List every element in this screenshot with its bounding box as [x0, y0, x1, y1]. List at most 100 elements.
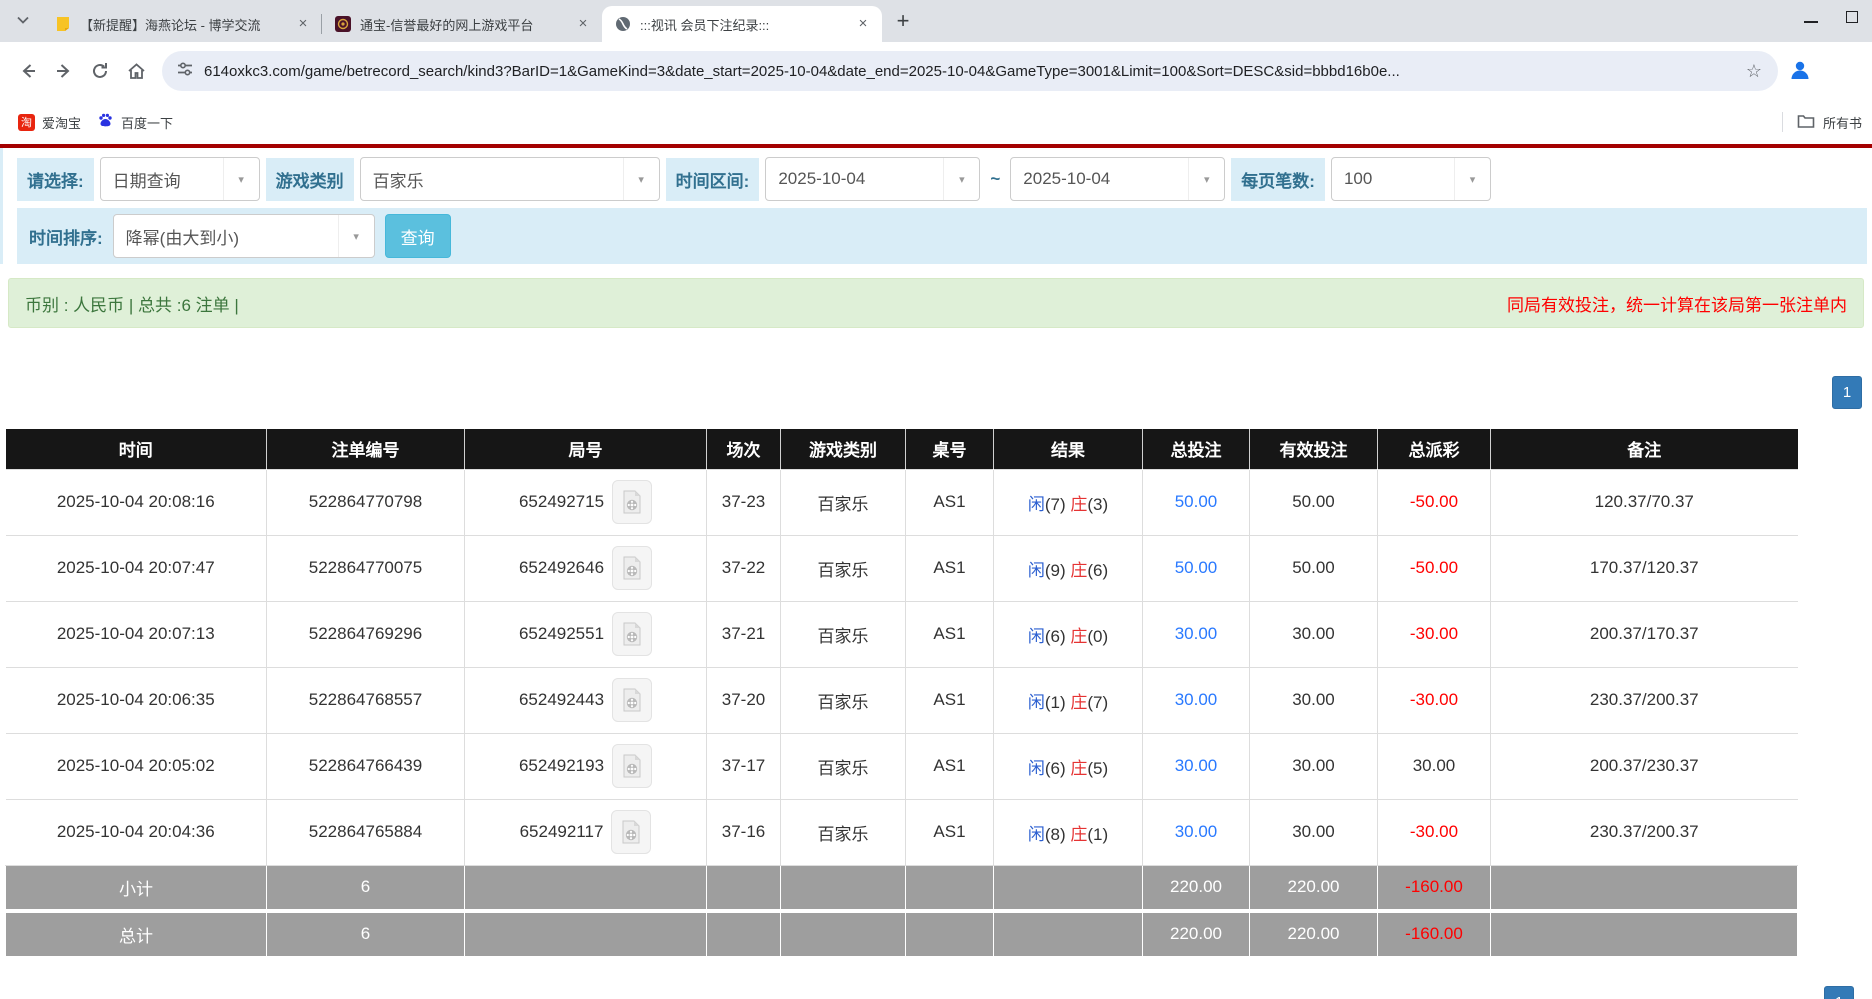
- date-end-select[interactable]: 2025-10-04 ▾: [1010, 157, 1225, 201]
- round-video-button[interactable]: [612, 612, 652, 656]
- navigation-bar: 614oxkc3.com/game/betrecord_search/kind3…: [0, 42, 1872, 100]
- filter-row-1: 请选择: 日期查询 ▾ 游戏类别 百家乐 ▾ 时间区间: 2025-10-04 …: [17, 156, 1872, 202]
- home-icon[interactable]: [118, 53, 154, 89]
- note-cell: 200.37/230.37: [1491, 733, 1798, 799]
- game-kind-select[interactable]: 百家乐 ▾: [360, 157, 660, 201]
- filter-panel: 请选择: 日期查询 ▾ 游戏类别 百家乐 ▾ 时间区间: 2025-10-04 …: [0, 148, 1872, 264]
- total-bet-cell[interactable]: 30.00: [1143, 799, 1250, 865]
- total-row: 总计 6 220.00 220.00 -160.00: [6, 912, 1798, 956]
- window-minimize-icon[interactable]: [1804, 11, 1818, 26]
- round-no: 652492443: [519, 690, 604, 710]
- session-cell: 37-17: [707, 733, 781, 799]
- profile-avatar-icon[interactable]: [1788, 58, 1812, 85]
- url-text[interactable]: 614oxkc3.com/game/betrecord_search/kind3…: [204, 63, 1740, 80]
- site-controls-icon[interactable]: [176, 60, 194, 83]
- table-row: 2025-10-04 20:05:02 522864766439 6524921…: [6, 733, 1798, 799]
- total-bet-cell[interactable]: 30.00: [1143, 733, 1250, 799]
- bookmarks-right: 所有书: [1782, 112, 1862, 132]
- col-total-bet: 总投注: [1143, 429, 1250, 469]
- tab-title: 通宝-信誉最好的网上游戏平台: [360, 15, 572, 34]
- game-kind-label: 游戏类别: [266, 158, 354, 201]
- col-valid-bet: 有效投注: [1250, 429, 1378, 469]
- time-cell: 2025-10-04 20:07:13: [6, 601, 267, 667]
- round-no: 652492715: [519, 492, 604, 512]
- video-record-icon: [621, 556, 643, 580]
- subtotal-payout: -160.00: [1378, 865, 1491, 909]
- video-record-icon: [620, 820, 642, 844]
- all-bookmarks-label[interactable]: 所有书: [1823, 113, 1862, 132]
- session-cell: 37-20: [707, 667, 781, 733]
- browser-tab-active[interactable]: :::视讯 会员下注纪录::: ×: [602, 6, 882, 42]
- total-bet-cell[interactable]: 30.00: [1143, 601, 1250, 667]
- game-kind-cell: 百家乐: [781, 601, 906, 667]
- tab-search-chevron-icon[interactable]: [6, 4, 40, 38]
- table-row: 2025-10-04 20:04:36 522864765884 6524921…: [6, 799, 1798, 865]
- tab-title: 【新提醒】海燕论坛 - 博学交流: [80, 15, 292, 34]
- back-icon[interactable]: [10, 53, 46, 89]
- bookmark-baidu[interactable]: 百度一下: [89, 107, 181, 137]
- per-page-value: 100: [1332, 169, 1454, 189]
- bookmark-aitaobao[interactable]: 淘 爱淘宝: [10, 108, 89, 137]
- game-kind-cell: 百家乐: [781, 469, 906, 535]
- bet-no-cell: 522864765884: [267, 799, 465, 865]
- game-kind-cell: 百家乐: [781, 535, 906, 601]
- new-tab-button[interactable]: +: [888, 6, 918, 36]
- chevron-down-icon: ▾: [338, 215, 374, 257]
- subtotal-valid: 220.00: [1250, 865, 1378, 909]
- chevron-down-icon: ▾: [943, 158, 979, 200]
- game-kind-cell: 百家乐: [781, 733, 906, 799]
- game-kind-value: 百家乐: [361, 167, 623, 192]
- reload-icon[interactable]: [82, 53, 118, 89]
- round-video-button[interactable]: [611, 810, 651, 854]
- date-start-select[interactable]: 2025-10-04 ▾: [765, 157, 980, 201]
- bookmark-star-icon[interactable]: ☆: [1740, 61, 1768, 82]
- globe-favicon-icon: [614, 15, 632, 33]
- date-range-tilde: ~: [986, 169, 1004, 189]
- subtotal-count: 6: [267, 865, 465, 909]
- result-cell: 闲(6) 庄(0): [994, 601, 1143, 667]
- col-time: 时间: [6, 429, 267, 469]
- total-label: 总计: [6, 912, 267, 956]
- session-cell: 37-22: [707, 535, 781, 601]
- table-no-cell: AS1: [906, 667, 994, 733]
- total-bet-cell[interactable]: 50.00: [1143, 535, 1250, 601]
- bet-no-cell: 522864770075: [267, 535, 465, 601]
- game-kind-cell: 百家乐: [781, 799, 906, 865]
- browser-tab-1[interactable]: 【新提醒】海燕论坛 - 博学交流 ×: [42, 6, 322, 42]
- summary-bar: 币别 : 人民币 | 总共 :6 注单 | 同局有效投注，统一计算在该局第一张注…: [8, 278, 1864, 328]
- video-record-icon: [621, 688, 643, 712]
- time-sort-value: 降幂(由大到小): [114, 224, 338, 249]
- url-bar[interactable]: 614oxkc3.com/game/betrecord_search/kind3…: [162, 51, 1778, 91]
- window-maximize-icon[interactable]: [1846, 11, 1858, 26]
- per-page-select[interactable]: 100 ▾: [1331, 157, 1491, 201]
- total-bet-cell[interactable]: 30.00: [1143, 667, 1250, 733]
- filter-row-2: 时间排序: 降幂(由大到小) ▾ 查询: [17, 208, 1867, 264]
- table-no-cell: AS1: [906, 469, 994, 535]
- bet-record-table: 时间 注单编号 局号 场次 游戏类别 桌号 结果 总投注 有效投注 总派彩 备注…: [5, 429, 1798, 957]
- round-video-button[interactable]: [612, 546, 652, 590]
- payout-cell: -50.00: [1378, 469, 1491, 535]
- currency-total-text: 币别 : 人民币 | 总共 :6 注单 |: [25, 291, 239, 316]
- tab-close-icon[interactable]: ×: [572, 13, 594, 35]
- forward-icon[interactable]: [46, 53, 82, 89]
- round-no-cell: 652492193: [465, 733, 707, 799]
- video-record-icon: [621, 754, 643, 778]
- select-type-label: 请选择:: [17, 158, 94, 201]
- page-1-button-bottom[interactable]: 1: [1824, 986, 1854, 999]
- valid-bet-cell: 50.00: [1250, 469, 1378, 535]
- search-button[interactable]: 查询: [385, 214, 451, 258]
- round-video-button[interactable]: [612, 480, 652, 524]
- note-cell: 230.37/200.37: [1491, 799, 1798, 865]
- tab-close-icon[interactable]: ×: [292, 13, 314, 35]
- time-sort-select[interactable]: 降幂(由大到小) ▾: [113, 214, 375, 258]
- subtotal-row: 小计 6 220.00 220.00 -160.00: [6, 865, 1798, 909]
- query-type-select[interactable]: 日期查询 ▾: [100, 157, 260, 201]
- browser-tab-2[interactable]: 通宝-信誉最好的网上游戏平台 ×: [322, 6, 602, 42]
- taobao-icon: 淘: [18, 114, 35, 131]
- round-video-button[interactable]: [612, 744, 652, 788]
- tab-close-icon[interactable]: ×: [852, 13, 874, 35]
- round-no: 652492117: [520, 822, 604, 842]
- total-bet-cell[interactable]: 50.00: [1143, 469, 1250, 535]
- round-video-button[interactable]: [612, 678, 652, 722]
- page-1-button[interactable]: 1: [1832, 376, 1862, 409]
